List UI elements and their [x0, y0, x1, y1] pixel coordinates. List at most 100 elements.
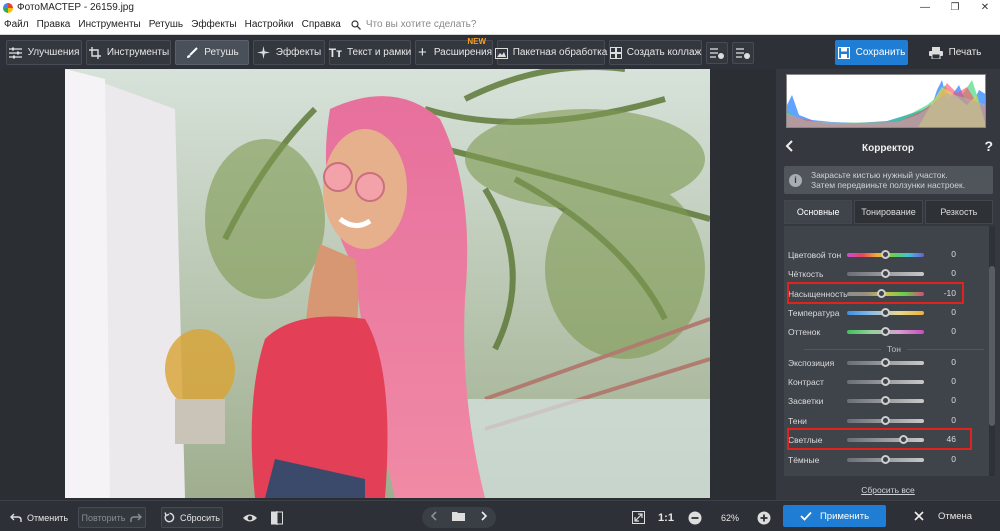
panel-title: Корректор [862, 142, 914, 154]
slider-hue[interactable]: Цветовой тон 0 [784, 246, 984, 264]
next-image-icon[interactable] [481, 511, 488, 524]
zoom-actual-size-button[interactable]: 1:1 [654, 507, 678, 528]
slider-temperature[interactable]: Температура 0 [784, 304, 984, 322]
reset-label: Сбросить [179, 512, 220, 523]
save-button[interactable]: Сохранить [835, 40, 908, 65]
tab-batch[interactable]: Пакетная обработка [494, 40, 607, 65]
slider-knob[interactable] [881, 308, 890, 317]
reset-icon [164, 512, 175, 523]
highlight-whites [787, 428, 972, 450]
hint-line-1: Закрасьте кистью нужный участок. [811, 170, 948, 180]
tab-tools[interactable]: Инструменты [86, 40, 171, 65]
slider-knob[interactable] [881, 327, 890, 336]
apply-button[interactable]: Применить [783, 505, 886, 527]
tab-sharpness[interactable]: Резкость [924, 200, 993, 224]
slider-tint[interactable]: Оттенок 0 [784, 323, 984, 341]
redo-button[interactable]: Повторить [78, 507, 146, 528]
slider-value: 0 [951, 395, 956, 405]
tab-retouch[interactable]: Ретушь [175, 40, 249, 65]
text-icon: Tт [328, 45, 342, 60]
slider-knob[interactable] [881, 269, 890, 278]
tab-text-frames[interactable]: Tт Текст и рамки [329, 40, 411, 65]
slider-knob[interactable] [881, 358, 890, 367]
slider-exposure[interactable]: Экспозиция 0 [784, 354, 984, 372]
scrollbar-thumb[interactable] [989, 266, 995, 426]
tab-collage[interactable]: Создать коллаж [609, 40, 702, 65]
slider-knob[interactable] [881, 250, 890, 259]
app-logo-icon [3, 2, 13, 13]
menu-settings[interactable]: Настройки [245, 19, 294, 30]
menu-help[interactable]: Справка [302, 19, 341, 30]
slider-highlights[interactable]: Засветки 0 [784, 392, 984, 410]
reset-all-link[interactable]: Сбросить все [776, 485, 1000, 495]
minimize-icon[interactable]: — [910, 0, 940, 15]
menu-effects[interactable]: Эффекты [191, 19, 236, 30]
cancel-button[interactable]: Отмена [893, 505, 993, 527]
histogram [786, 74, 986, 128]
new-badge: NEW [467, 37, 486, 46]
crop-icon [88, 46, 102, 60]
menu-search[interactable]: Что вы хотите сделать? [351, 19, 476, 30]
slider-label: Тени [788, 416, 807, 426]
add-list-button[interactable] [706, 41, 728, 64]
tab-extensions[interactable]: + Расширения NEW [415, 37, 493, 65]
menu-retouch[interactable]: Ретушь [149, 19, 183, 30]
compare-icon [271, 510, 283, 525]
slider-knob[interactable] [881, 377, 890, 386]
list-clock-icon [736, 47, 750, 59]
zoom-out-button[interactable] [685, 507, 705, 528]
history-list-button[interactable] [732, 41, 754, 64]
folder-icon[interactable] [452, 511, 466, 524]
print-label: Печать [948, 47, 982, 58]
undo-icon [9, 513, 22, 522]
tab-label: Расширения [433, 47, 492, 58]
slider-clarity[interactable]: Чёткость 0 [784, 265, 984, 283]
brush-icon [185, 46, 199, 60]
info-icon: i [789, 173, 802, 187]
slider-label: Экспозиция [788, 358, 835, 368]
list-add-icon [710, 47, 724, 59]
close-icon[interactable]: ✕ [970, 0, 1000, 15]
image-navigation [422, 507, 496, 528]
panel-header: Корректор ? [781, 138, 995, 158]
tab-label: Инструменты [106, 47, 170, 58]
highlight-saturation [787, 282, 964, 304]
fit-screen-button[interactable] [627, 507, 649, 528]
slider-contrast[interactable]: Контраст 0 [784, 373, 984, 391]
slider-value: 0 [951, 454, 956, 464]
tab-basic[interactable]: Основные [784, 200, 853, 224]
sliders-icon [9, 46, 23, 60]
menu-file[interactable]: Файл [4, 19, 29, 30]
preview-eye-button[interactable] [239, 507, 261, 528]
print-button[interactable]: Печать [915, 40, 995, 65]
photo-preview[interactable] [65, 69, 710, 498]
tab-improvements[interactable]: Улучшения [6, 40, 82, 65]
panel-scrollbar[interactable] [989, 226, 995, 476]
undo-button[interactable]: Отменить [6, 507, 72, 528]
tab-toning[interactable]: Тонирование [854, 200, 923, 224]
tab-effects[interactable]: Эффекты [253, 40, 325, 65]
slider-knob[interactable] [881, 416, 890, 425]
fullscreen-icon [631, 511, 645, 524]
slider-value: 0 [951, 415, 956, 425]
slider-blacks[interactable]: Тёмные 0 [784, 451, 984, 469]
search-icon [351, 19, 361, 30]
help-icon[interactable]: ? [984, 138, 993, 154]
back-arrow-icon[interactable] [785, 140, 793, 155]
compare-button[interactable] [266, 507, 288, 528]
cancel-label: Отмена [937, 510, 973, 522]
menu-edit[interactable]: Правка [37, 19, 71, 30]
prev-image-icon[interactable] [430, 511, 437, 524]
menu-tools[interactable]: Инструменты [78, 19, 140, 30]
slider-label: Температура [788, 308, 840, 318]
zoom-in-button[interactable] [754, 507, 774, 528]
restore-icon[interactable]: ❐ [940, 0, 970, 15]
slider-knob[interactable] [881, 396, 890, 405]
right-panel: Корректор ? i Закрасьте кистью нужный уч… [776, 69, 1000, 500]
plus-circle-icon [757, 511, 771, 524]
eye-icon [243, 514, 257, 521]
reset-button[interactable]: Сбросить [161, 507, 223, 528]
editor-canvas[interactable] [0, 69, 776, 500]
collage-icon [609, 46, 622, 60]
slider-knob[interactable] [881, 455, 890, 464]
